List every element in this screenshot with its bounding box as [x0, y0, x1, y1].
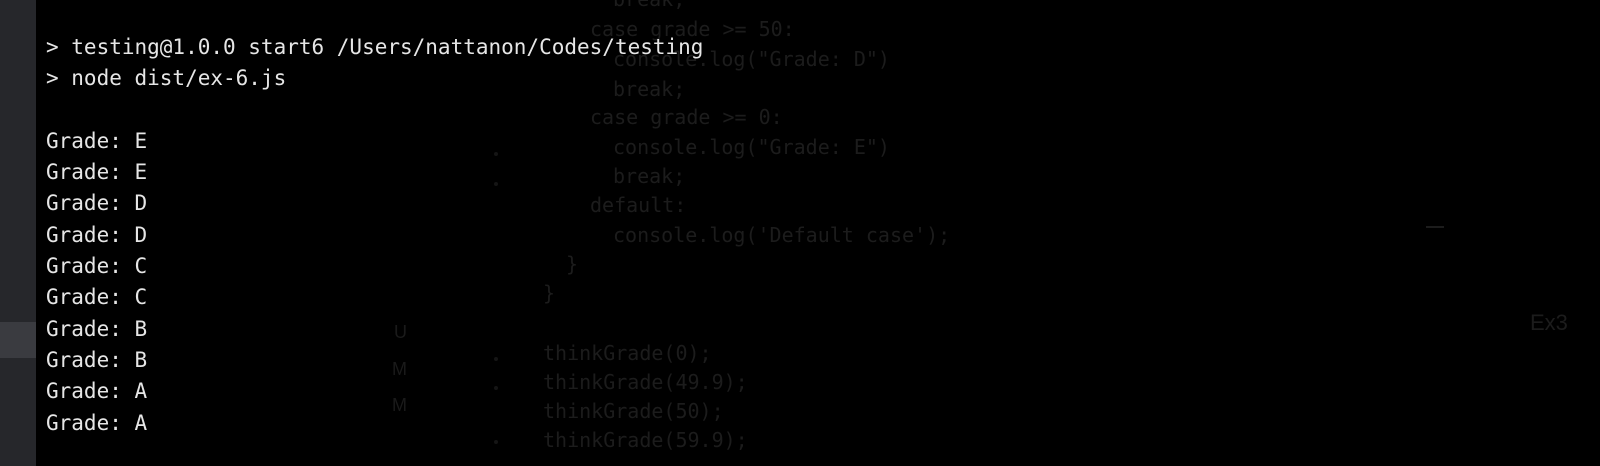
terminal-output: > testing@1.0.0 start6 /Users/nattanon/C… [46, 32, 703, 439]
output-line: Grade: D [46, 191, 148, 216]
command-echo-line: > node dist/ex-6.js [46, 66, 287, 91]
output-line: Grade: A [46, 410, 148, 435]
terminal-window[interactable]: break; case grade >= 50: console.log("Gr… [36, 0, 1600, 466]
output-line: Grade: C [46, 254, 148, 279]
gutter-dot [494, 440, 498, 444]
output-line: Grade: B [46, 347, 148, 372]
background-dash [1426, 226, 1444, 228]
code-line: break; [613, 0, 685, 14]
output-line: Grade: C [46, 285, 148, 310]
output-line: Grade: E [46, 128, 148, 153]
output-line: Grade: D [46, 222, 148, 247]
background-sidebar-highlight [0, 322, 36, 358]
output-line: Grade: E [46, 160, 148, 185]
background-label: Ex3 [1530, 310, 1568, 335]
background-window-sidebar [0, 0, 36, 466]
output-line: Grade: A [46, 379, 148, 404]
command-echo-line: > testing@1.0.0 start6 /Users/nattanon/C… [46, 35, 704, 59]
output-line: Grade: B [46, 316, 148, 341]
screen: break; case grade >= 50: console.log("Gr… [0, 0, 1600, 466]
